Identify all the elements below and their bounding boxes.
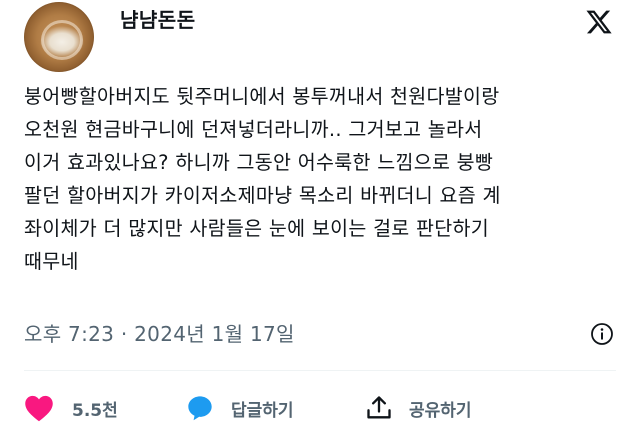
reply-label: 답글하기: [231, 400, 294, 421]
tweet-line: 오천원 현금바구니에 던져넣더라니까.. 그거보고 놀라서: [24, 118, 483, 141]
reply-bubble-icon: [188, 396, 212, 421]
latte-art: [41, 20, 83, 60]
tweet-line: 팔던 할아버지가 카이저소제마냥 목소리 바뀌더니 요즘 계: [24, 184, 501, 207]
share-icon: [367, 396, 391, 419]
like-count: 5.5천: [72, 400, 118, 421]
author-display-name[interactable]: 냠냠돈돈: [120, 4, 196, 33]
share-button[interactable]: 공유하기: [365, 394, 472, 422]
reply-button[interactable]: 답글하기: [185, 394, 294, 422]
divider: [24, 370, 616, 371]
profile-avatar[interactable]: [24, 2, 94, 72]
share-label: 공유하기: [409, 400, 472, 421]
tweet-text: 붕어빵할아버지도 뒷주머니에서 봉투꺼내서 천원다발이랑 오천원 현금바구니에 …: [24, 80, 624, 278]
tweet-line: 이거 효과있나요? 하니까 그동안 어수룩한 느낌으로 붕빵: [24, 151, 494, 174]
like-button[interactable]: 5.5천: [24, 394, 118, 422]
info-icon[interactable]: [590, 322, 614, 346]
tweet-line: 좌이체가 더 많지만 사람들은 눈에 보이는 걸로 판단하기: [24, 217, 490, 240]
x-logo-icon: [586, 10, 612, 34]
tweet-timestamp[interactable]: 오후 7:23 · 2024년 1월 17일: [24, 318, 295, 347]
heart-icon: [25, 395, 53, 422]
tweet-line: 때무네: [24, 250, 79, 273]
tweet-line: 붕어빵할아버지도 뒷주머니에서 봉투꺼내서 천원다발이랑: [24, 85, 500, 108]
